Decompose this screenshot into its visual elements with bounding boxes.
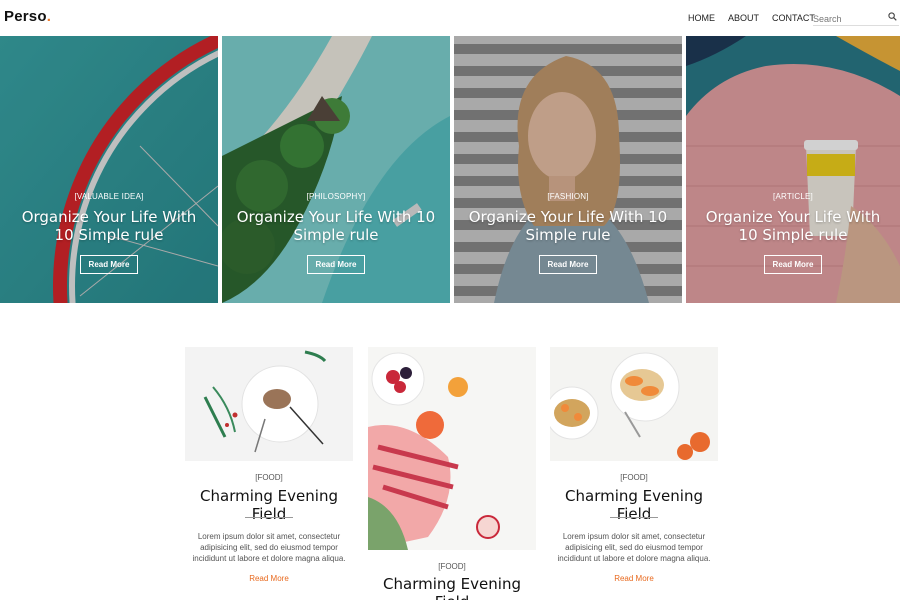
post-category[interactable]: [FOOD] bbox=[185, 473, 353, 482]
post-card: [FOOD] Charming Evening Field Lorem ipsu… bbox=[550, 347, 718, 592]
hero-tile-valuable-idea[interactable]: [VALUABLE IDEA] Organize Your Life With … bbox=[0, 36, 218, 303]
main-nav: HOME ABOUT CONTACT bbox=[688, 13, 828, 23]
search-icon[interactable] bbox=[888, 12, 897, 21]
title-divider bbox=[610, 517, 658, 518]
hero-title[interactable]: Organize Your Life With 10 Simple rule bbox=[464, 208, 672, 244]
nav-home[interactable]: HOME bbox=[688, 13, 715, 23]
hero-title[interactable]: Organize Your Life With 10 Simple rule bbox=[232, 208, 440, 244]
nav-about[interactable]: ABOUT bbox=[728, 13, 759, 23]
post-excerpt: Lorem ipsum dolor sit amet, consectetur … bbox=[192, 532, 346, 563]
post-image-breakfast-bowls[interactable] bbox=[550, 347, 718, 461]
read-more-button[interactable]: Read More bbox=[307, 255, 365, 274]
hero-title[interactable]: Organize Your Life With 10 Simple rule bbox=[696, 208, 890, 244]
hero-tile-article[interactable]: [ARTICLE] Organize Your Life With 10 Sim… bbox=[686, 36, 900, 303]
title-divider bbox=[245, 517, 293, 518]
hero-category[interactable]: [VALUABLE IDEA] bbox=[0, 192, 218, 201]
hero-title[interactable]: Organize Your Life With 10 Simple rule bbox=[10, 208, 208, 244]
hero-category[interactable]: [FASHION] bbox=[454, 192, 682, 201]
read-more-link[interactable]: Read More bbox=[185, 574, 353, 583]
site-header: Perso. HOME ABOUT CONTACT bbox=[0, 0, 900, 36]
site-logo[interactable]: Perso. bbox=[4, 8, 51, 25]
nav-contact[interactable]: CONTACT bbox=[772, 13, 815, 23]
post-image-dessert-plate[interactable] bbox=[185, 347, 353, 461]
read-more-button[interactable]: Read More bbox=[539, 255, 597, 274]
post-excerpt: Lorem ipsum dolor sit amet, consectetur … bbox=[557, 532, 711, 563]
post-category[interactable]: [FOOD] bbox=[368, 562, 536, 571]
read-more-button[interactable]: Read More bbox=[80, 255, 138, 274]
hero-category[interactable]: [PHILOSOPHY] bbox=[222, 192, 450, 201]
hero-grid: [VALUABLE IDEA] Organize Your Life With … bbox=[0, 36, 900, 303]
hero-tile-philosophy[interactable]: [PHILOSOPHY] Organize Your Life With 10 … bbox=[222, 36, 450, 303]
post-image-fruit-spread[interactable] bbox=[368, 347, 536, 550]
post-card: [FOOD] Charming Evening Field bbox=[368, 347, 536, 600]
post-card: [FOOD] Charming Evening Field Lorem ipsu… bbox=[185, 347, 353, 592]
search-box bbox=[813, 9, 899, 27]
read-more-button[interactable]: Read More bbox=[764, 255, 822, 274]
post-category[interactable]: [FOOD] bbox=[550, 473, 718, 482]
read-more-link[interactable]: Read More bbox=[550, 574, 718, 583]
post-title[interactable]: Charming Evening Field bbox=[368, 575, 536, 600]
hero-category[interactable]: [ARTICLE] bbox=[686, 192, 900, 201]
hero-tile-fashion[interactable]: [FASHION] Organize Your Life With 10 Sim… bbox=[454, 36, 682, 303]
search-input[interactable] bbox=[813, 11, 883, 27]
